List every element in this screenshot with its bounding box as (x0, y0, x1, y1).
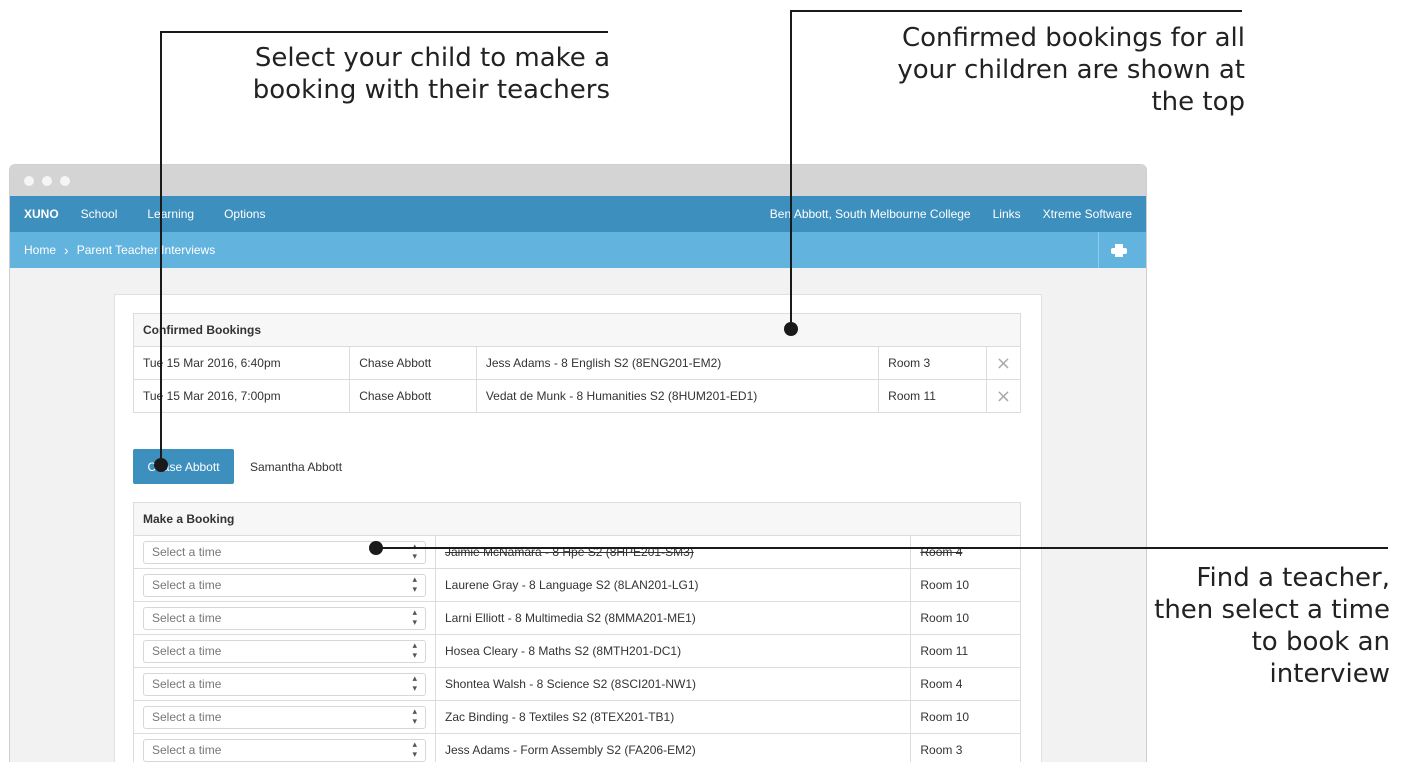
booking-time: Tue 15 Mar 2016, 6:40pm (132, 346, 351, 380)
booking-teacher: Vedat de Munk - 8 Humanities S2 (8HUM201… (475, 379, 880, 413)
time-select[interactable]: Select a time▴▾ (143, 606, 426, 630)
nav-links[interactable]: Links (993, 207, 1021, 221)
window-maximize-dot[interactable] (60, 176, 70, 186)
callout-line-teacher-h (376, 547, 1388, 549)
make-booking-table: Make a Booking Select a time▴▾ Jaimie Mc… (133, 502, 1021, 762)
booking-teacher: Larni Elliott - 8 Multimedia S2 (8MMA201… (434, 601, 912, 635)
time-select[interactable]: Select a time▴▾ (143, 672, 426, 696)
booking-teacher: Jaimie McNamara - 8 Hpe S2 (8HPE201-SM3) (434, 535, 912, 569)
window-close-dot[interactable] (24, 176, 34, 186)
top-navbar: XUNO School Learning Options Ben Abbott,… (10, 196, 1146, 232)
table-row: Select a time ▴ ▾ Hosea Cleary - 8 Maths S… (133, 634, 1021, 668)
browser-window: XUNO School Learning Options Ben Abbott,… (9, 164, 1147, 762)
time-select[interactable]: Select a time▴▾ (143, 639, 426, 663)
select-arrows-icon: ▴▾ (412, 707, 417, 727)
table-row: Tue 15 Mar 2016, 7:00pm Chase Abbott Ved… (132, 379, 1022, 413)
booking-child: Chase Abbott (349, 379, 477, 413)
booking-teacher: Laurene Gray - 8 Language S2 (8LAN201-LG… (434, 568, 912, 602)
booking-room: Room 10 (910, 601, 1021, 635)
annotation-confirmed-bookings: Confirmed bookings for all your children… (897, 23, 1245, 117)
booking-child: Chase Abbott (349, 346, 477, 380)
booking-room: Room 3 (878, 346, 987, 380)
make-booking-title: Make a Booking (133, 502, 1021, 536)
booking-teacher: Zac Binding - 8 Textiles S2 (8TEX201-TB1… (434, 700, 912, 734)
callout-dot-child (154, 458, 168, 472)
printer-icon (1110, 244, 1127, 257)
time-select[interactable]: Select a time▴▾ (143, 573, 426, 597)
time-select[interactable]: Select a time▴▾ (143, 705, 426, 729)
select-arrows-icon: ▴▾ (412, 674, 417, 694)
tab-chase-abbott[interactable]: Chase Abbott (133, 449, 234, 484)
nav-school[interactable]: School (81, 207, 118, 221)
nav-learning[interactable]: Learning (147, 207, 194, 221)
booking-room: Room 10 (910, 700, 1021, 734)
booking-room: Room 4 (910, 535, 1021, 569)
select-arrows-icon: ▴▾ (412, 608, 417, 628)
callout-line-child-h (160, 31, 608, 33)
callout-dot-teacher (369, 541, 383, 555)
booking-teacher: Jess Adams - 8 English S2 (8ENG201-EM2) (475, 346, 880, 380)
annotation-find-teacher: Find a teacher, then select a time to bo… (1154, 563, 1390, 689)
table-row: Select a time ▴ ▾ Zac Binding - 8 Textiles… (133, 700, 1021, 734)
booking-room: Room 11 (910, 634, 1021, 668)
select-arrows-icon: ▴▾ (412, 575, 417, 595)
nav-user[interactable]: Ben Abbott, South Melbourne College (770, 207, 971, 221)
breadcrumb-current: Parent Teacher Interviews (76, 243, 216, 257)
confirmed-bookings-table: Confirmed Bookings Tue 15 Mar 2016, 6:40… (132, 313, 1022, 413)
callout-line-confirmed-h (790, 10, 1242, 12)
breadcrumb-home[interactable]: Home (24, 243, 56, 257)
time-select[interactable]: Select a time▴▾ (143, 540, 426, 564)
select-arrows-icon: ▴▾ (412, 641, 417, 661)
close-icon[interactable]: × (985, 346, 1022, 380)
nav-xtreme-software[interactable]: Xtreme Software (1043, 207, 1132, 221)
booking-teacher: Hosea Cleary - 8 Maths S2 (8MTH201-DC1) (434, 634, 912, 668)
booking-room: Room 4 (910, 667, 1021, 701)
table-row: Select a time ▴ ▾ Shontea Walsh - 8 Scienc… (133, 667, 1021, 701)
booking-teacher: Shontea Walsh - 8 Science S2 (8SCI201-NW… (434, 667, 912, 701)
content-panel: Confirmed Bookings Tue 15 Mar 2016, 6:40… (114, 294, 1042, 762)
callout-dot-confirmed (784, 322, 798, 336)
booking-teacher: Jess Adams - Form Assembly S2 (FA206-EM2… (434, 733, 912, 762)
booking-room: Room 10 (910, 568, 1021, 602)
confirmed-bookings-title: Confirmed Bookings (133, 313, 1021, 347)
select-arrows-icon: ▴▾ (412, 740, 417, 760)
table-row: Select a time ▴ ▾ Laurene Gray - 8 Languag… (133, 568, 1021, 602)
table-row: Select a time▴▾ Jaimie McNamara - 8 Hpe … (133, 535, 1021, 569)
window-minimize-dot[interactable] (42, 176, 52, 186)
callout-line-child-v (160, 31, 162, 465)
table-row: Select a time ▴ ▾ Jess Adams - Form Assemb… (133, 733, 1021, 762)
callout-line-confirmed-v (790, 10, 792, 328)
booking-room: Room 3 (910, 733, 1021, 762)
booking-room: Room 11 (878, 379, 987, 413)
select-arrows-icon: ▴▾ (412, 542, 417, 562)
title-bar (10, 165, 1146, 196)
table-row: Select a time ▴ ▾ Larni Elliott - 8 Multim… (133, 601, 1021, 635)
print-button[interactable] (1098, 232, 1138, 268)
brand-logo[interactable]: XUNO (24, 207, 59, 221)
annotation-child-select: Select your child to make a booking with… (252, 43, 610, 105)
nav-options[interactable]: Options (224, 207, 265, 221)
tab-samantha-abbott[interactable]: Samantha Abbott (250, 460, 342, 474)
close-icon[interactable]: × (985, 379, 1022, 413)
breadcrumb: Home › Parent Teacher Interviews (10, 232, 1146, 268)
table-row: Tue 15 Mar 2016, 6:40pm Chase Abbott Jes… (132, 346, 1022, 380)
time-select[interactable]: Select a time▴▾ (143, 738, 426, 762)
chevron-right-icon: › (64, 242, 69, 258)
booking-time: Tue 15 Mar 2016, 7:00pm (132, 379, 351, 413)
